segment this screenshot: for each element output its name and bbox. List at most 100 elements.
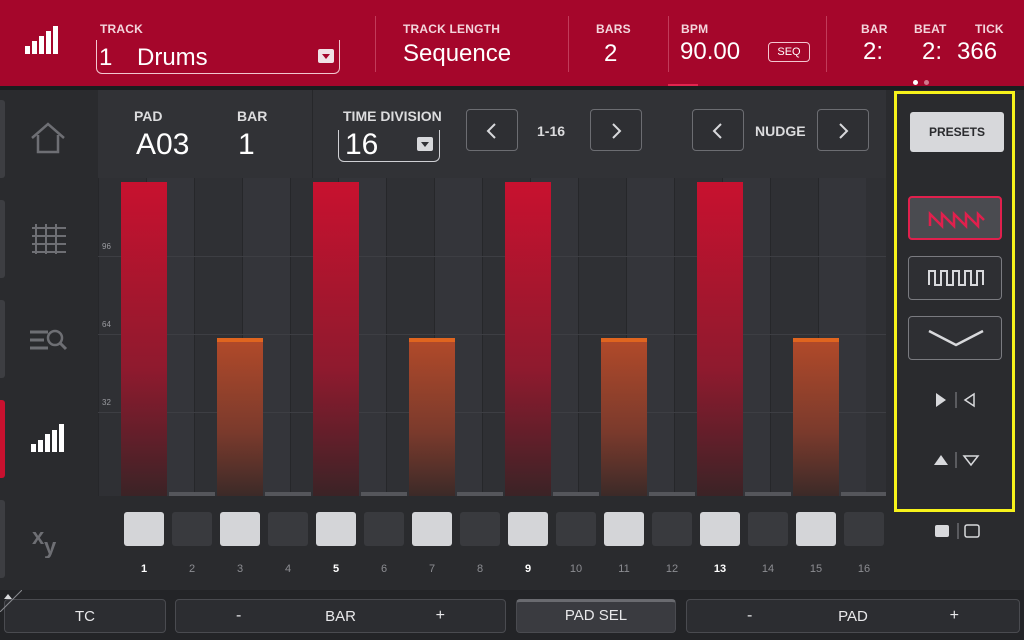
velocity-bar[interactable] [793, 338, 839, 496]
velocity-bar-cap [313, 182, 359, 186]
step-number: 4 [284, 563, 292, 575]
track-select[interactable]: 1 Drums [96, 40, 340, 74]
step-pad[interactable] [268, 512, 308, 546]
step-pad[interactable] [412, 512, 452, 546]
step-pad[interactable] [124, 512, 164, 546]
velocity-grid[interactable]: 96 64 32 [98, 178, 886, 496]
track-number: 1 [99, 44, 113, 71]
presets-button[interactable]: PRESETS [910, 112, 1004, 152]
step-pad[interactable] [748, 512, 788, 546]
pad-plus-button[interactable]: + [950, 607, 959, 625]
shape-panel: PRESETS [886, 90, 1024, 590]
list-search-icon [30, 329, 68, 351]
beat-label: BEAT [914, 22, 947, 36]
step-number: 3 [236, 563, 244, 575]
bar-value[interactable]: 1 [238, 128, 255, 162]
divider [568, 16, 569, 72]
track-length-value[interactable]: Sequence [403, 40, 511, 68]
step-pad[interactable] [460, 512, 500, 546]
bpm-value[interactable]: 90.00 [680, 38, 740, 66]
sidebar-item-step-edit[interactable] [0, 390, 98, 488]
velocity-bar[interactable] [217, 338, 263, 496]
step-pad[interactable] [652, 512, 692, 546]
track-label: TRACK [100, 22, 143, 36]
pad-sel-button[interactable]: PAD SEL [516, 599, 676, 633]
velocity-bar[interactable] [697, 182, 743, 496]
velocity-bar-cap [121, 182, 167, 186]
step-pad[interactable] [844, 512, 884, 546]
sawtooth-wave-icon [928, 210, 985, 230]
bar-stepper[interactable]: - BAR + [175, 599, 506, 633]
bars-value[interactable]: 2 [604, 40, 617, 68]
bar-plus-button[interactable]: + [436, 607, 445, 625]
shift-vertical-toggle[interactable] [932, 450, 982, 470]
step-number: 8 [476, 563, 484, 575]
step-number: 7 [428, 563, 436, 575]
shift-horizontal-toggle[interactable] [932, 390, 982, 410]
bar-label: BAR [861, 22, 888, 36]
tick-label: TICK [975, 22, 1004, 36]
view-toggle-icon[interactable] [933, 522, 983, 540]
step-pad[interactable] [172, 512, 212, 546]
step-pad[interactable] [700, 512, 740, 546]
step-pad[interactable] [316, 512, 356, 546]
dropdown-arrow-icon [417, 137, 433, 151]
square-wave-icon [928, 270, 984, 286]
velocity-bar[interactable] [409, 338, 455, 496]
step-pad[interactable] [604, 512, 644, 546]
nudge-left-button[interactable] [692, 109, 744, 151]
step-number: 9 [524, 563, 532, 575]
time-division-select[interactable]: 16 [338, 128, 440, 162]
pad-stepper[interactable]: - PAD + [686, 599, 1020, 633]
divider [668, 16, 669, 72]
sawtooth-shape-button[interactable] [908, 196, 1002, 240]
sidebar-item-home[interactable] [0, 90, 98, 188]
step-pad[interactable] [220, 512, 260, 546]
step-pad[interactable] [556, 512, 596, 546]
xy-icon: x y [32, 524, 57, 558]
sidebar-item-grid[interactable] [0, 190, 98, 288]
step-pad[interactable] [508, 512, 548, 546]
step-pad[interactable] [796, 512, 836, 546]
step-number: 16 [857, 563, 871, 575]
sidebar-item-xy[interactable]: x y [0, 490, 98, 588]
pad-value[interactable]: A03 [136, 128, 189, 162]
mode-sidebar: x y [0, 90, 98, 590]
seq-badge[interactable]: SEQ [768, 42, 810, 62]
velocity-bar-cap [217, 338, 263, 342]
tc-label: TC [75, 608, 95, 625]
pad-sel-label: PAD SEL [564, 607, 628, 624]
velocity-bar-cap [505, 182, 551, 186]
tick-position: 366 [957, 38, 998, 65]
step-number: 1 [140, 563, 148, 575]
velocity-bar[interactable] [505, 182, 551, 496]
time-division-value: 16 [345, 128, 379, 161]
y-tick-32: 32 [102, 398, 111, 407]
bpm-label: BPM [681, 22, 709, 36]
y-tick-64: 64 [102, 320, 111, 329]
sidebar-item-browse[interactable] [0, 290, 98, 388]
time-division-label: TIME DIVISION [343, 108, 442, 124]
range-label: 1-16 [537, 123, 566, 139]
play-reverse-icon [936, 392, 975, 408]
velocity-bar[interactable] [601, 338, 647, 496]
square-shape-button[interactable] [908, 256, 1002, 300]
tc-button[interactable]: TC [4, 599, 166, 633]
step-number: 13 [713, 563, 727, 575]
velocity-bar-cap [793, 338, 839, 342]
bars-label: BARS [596, 22, 631, 36]
range-next-button[interactable] [590, 109, 642, 151]
range-prev-button[interactable] [466, 109, 518, 151]
step-number: 12 [665, 563, 679, 575]
velocity-bar-cap [601, 338, 647, 342]
grid-icon [32, 224, 66, 254]
valley-shape-button[interactable] [908, 316, 1002, 360]
chevron-left-icon [712, 123, 722, 139]
step-pad[interactable] [364, 512, 404, 546]
nudge-right-button[interactable] [817, 109, 869, 151]
velocity-bar[interactable] [313, 182, 359, 496]
velocity-bar[interactable] [121, 182, 167, 496]
nudge-label: NUDGE [755, 123, 806, 139]
shift-corner-icon[interactable] [0, 590, 22, 612]
divider [375, 16, 376, 72]
